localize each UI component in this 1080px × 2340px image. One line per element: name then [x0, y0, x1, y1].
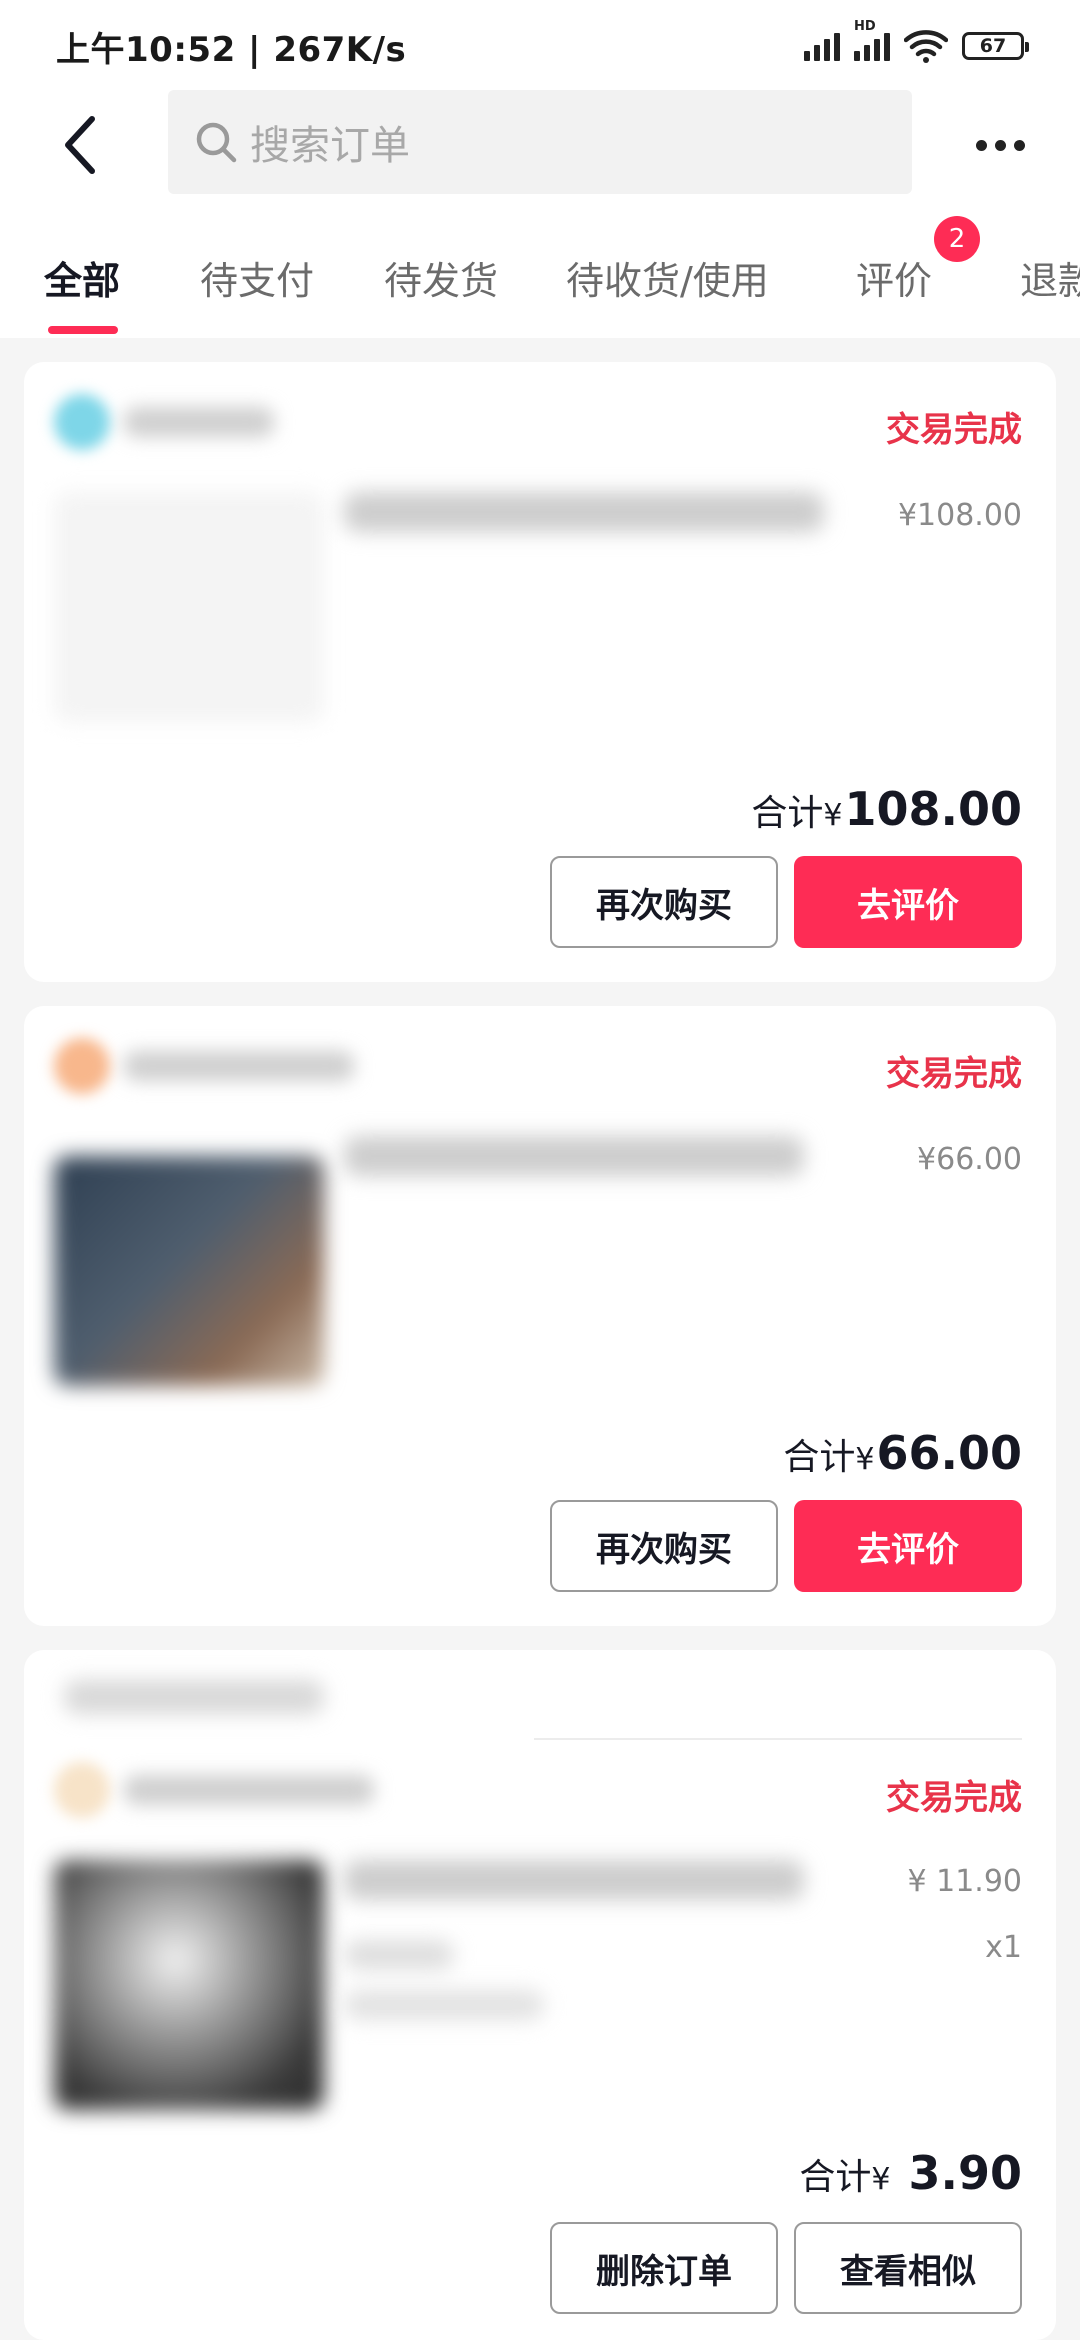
product-note [344, 1990, 544, 2020]
total-currency: ¥ [823, 798, 843, 833]
search-input[interactable]: 搜索订单 [250, 113, 410, 171]
order-tabs: 全部 待支付 待发货 待收货/使用 评价 2 退款 [0, 200, 1080, 338]
order-total: 合计 ¥ 3.90 [799, 2146, 1022, 2200]
total-currency: ¥ [855, 1442, 875, 1477]
write-review-button[interactable]: 去评价 [794, 1500, 1022, 1592]
header: 搜索订单 [0, 90, 1080, 200]
status-bar: 上午10:52 | 267K/s HD 67 [0, 0, 1080, 90]
shop-name [124, 407, 274, 437]
active-tab-indicator [48, 326, 118, 334]
order-status: 交易完成 [886, 1054, 1022, 1094]
shop-logo [54, 394, 110, 450]
product-spec [344, 1940, 454, 1970]
total-label: 合计 [751, 793, 824, 834]
order-status: 交易完成 [886, 1778, 1022, 1818]
product-image[interactable] [54, 1860, 324, 2110]
total-label: 合计 [799, 2157, 872, 2198]
status-time-speed: 上午10:52 | 267K/s [56, 30, 407, 70]
shop-header[interactable] [54, 1036, 354, 1096]
status-icons: HD 67 [804, 19, 1029, 68]
divider [534, 1738, 1022, 1740]
tab-review[interactable]: 评价 [856, 250, 932, 305]
tab-pending-shipment[interactable]: 待发货 [384, 250, 498, 305]
shop-name [124, 1051, 354, 1081]
shop-name [124, 1775, 374, 1805]
product-price: ¥66.00 [917, 1142, 1022, 1177]
product-title[interactable] [344, 1136, 804, 1176]
view-similar-button[interactable]: 查看相似 [794, 2222, 1022, 2314]
total-label: 合计 [783, 1437, 856, 1478]
total-currency: ¥ [871, 2162, 891, 2197]
hd-signal-icon: HD [854, 19, 890, 61]
back-arrow-icon [65, 116, 95, 174]
order-card[interactable]: 交易完成 ¥ 11.90 x1 合计 ¥ 3.90 删除订单 查看相似 [24, 1650, 1056, 2340]
search-bar[interactable]: 搜索订单 [168, 90, 912, 194]
delete-order-button[interactable]: 删除订单 [550, 2222, 778, 2314]
shop-header[interactable] [54, 1760, 374, 1820]
total-amount: 66.00 [876, 1426, 1022, 1480]
review-count-badge: 2 [934, 216, 980, 262]
order-card[interactable]: 交易完成 ¥108.00 合计 ¥ 108.00 再次购买 去评价 [24, 362, 1056, 982]
wifi-icon [904, 30, 948, 63]
product-image[interactable] [54, 1156, 324, 1386]
more-dots-icon[interactable] [970, 120, 1030, 170]
order-total: 合计 ¥ 66.00 [783, 1426, 1022, 1480]
tab-pending-payment[interactable]: 待支付 [200, 250, 314, 305]
battery-icon: 67 [962, 32, 1029, 60]
product-price: ¥108.00 [897, 498, 1022, 533]
battery-level: 67 [979, 35, 1007, 57]
tab-all[interactable]: 全部 [44, 250, 120, 305]
order-group-header [64, 1680, 324, 1714]
buy-again-button[interactable]: 再次购买 [550, 856, 778, 948]
shop-header[interactable] [54, 392, 274, 452]
total-amount: 3.90 [892, 2146, 1022, 2200]
product-price: ¥ 11.90 [907, 1864, 1022, 1899]
tab-pending-receipt[interactable]: 待收货/使用 [566, 250, 769, 305]
product-quantity: x1 [985, 1930, 1022, 1965]
order-total: 合计 ¥ 108.00 [751, 782, 1022, 836]
shop-logo [54, 1762, 110, 1818]
signal-icon [804, 31, 840, 61]
buy-again-button[interactable]: 再次购买 [550, 1500, 778, 1592]
product-title[interactable] [344, 492, 824, 532]
hd-label: HD [854, 19, 876, 34]
tab-refund[interactable]: 退款 [1020, 250, 1080, 305]
back-button[interactable] [50, 110, 110, 180]
product-image[interactable] [54, 492, 324, 722]
product-title[interactable] [344, 1860, 804, 1900]
search-icon [194, 119, 240, 165]
order-card[interactable]: 交易完成 ¥66.00 合计 ¥ 66.00 再次购买 去评价 [24, 1006, 1056, 1626]
write-review-button[interactable]: 去评价 [794, 856, 1022, 948]
order-status: 交易完成 [886, 410, 1022, 450]
shop-logo [54, 1038, 110, 1094]
total-amount: 108.00 [844, 782, 1022, 836]
